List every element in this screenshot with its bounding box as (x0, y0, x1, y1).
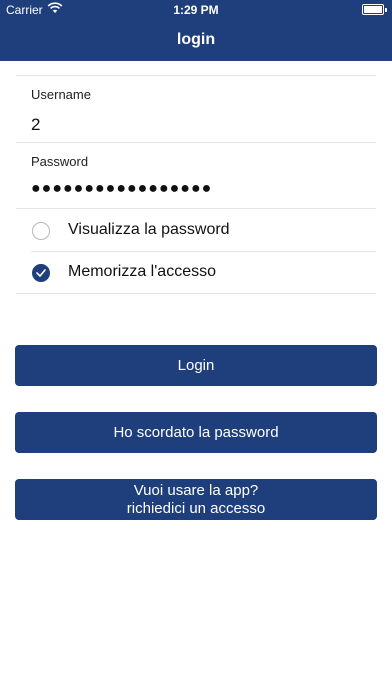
divider (16, 142, 376, 143)
username-field[interactable]: 2 (31, 115, 40, 135)
request-access-button[interactable]: Vuoi usare la app? richiedici un accesso (15, 479, 377, 520)
divider (16, 293, 376, 294)
page-title: login (176, 31, 216, 48)
divider (16, 208, 376, 209)
remember-login-label: Memorizza l'accesso (68, 263, 216, 280)
divider (31, 251, 376, 252)
clock: 1:29 PM (173, 3, 219, 17)
request-access-line1: Vuoi usare la app? (133, 481, 259, 499)
show-password-radio[interactable] (32, 222, 50, 240)
password-field[interactable]: ●●●●●●●●●●●●●●●●● (31, 180, 212, 198)
password-label: Password (31, 154, 89, 169)
navigation-bar: Carrier 1:29 PM login (0, 0, 392, 61)
divider (16, 75, 376, 76)
show-password-option[interactable]: Visualizza la password (31, 220, 371, 244)
remember-login-option[interactable]: Memorizza l'accesso (31, 262, 371, 286)
request-access-line2: richiedici un accesso (126, 499, 266, 517)
login-button[interactable]: Login (15, 345, 377, 386)
status-bar: Carrier 1:29 PM (0, 0, 392, 20)
show-password-label: Visualizza la password (68, 221, 230, 238)
username-label: Username (31, 87, 91, 102)
remember-login-radio[interactable] (32, 264, 50, 282)
battery-icon (362, 4, 387, 15)
forgot-password-button[interactable]: Ho scordato la password (15, 412, 377, 453)
checkmark-icon (36, 269, 46, 277)
